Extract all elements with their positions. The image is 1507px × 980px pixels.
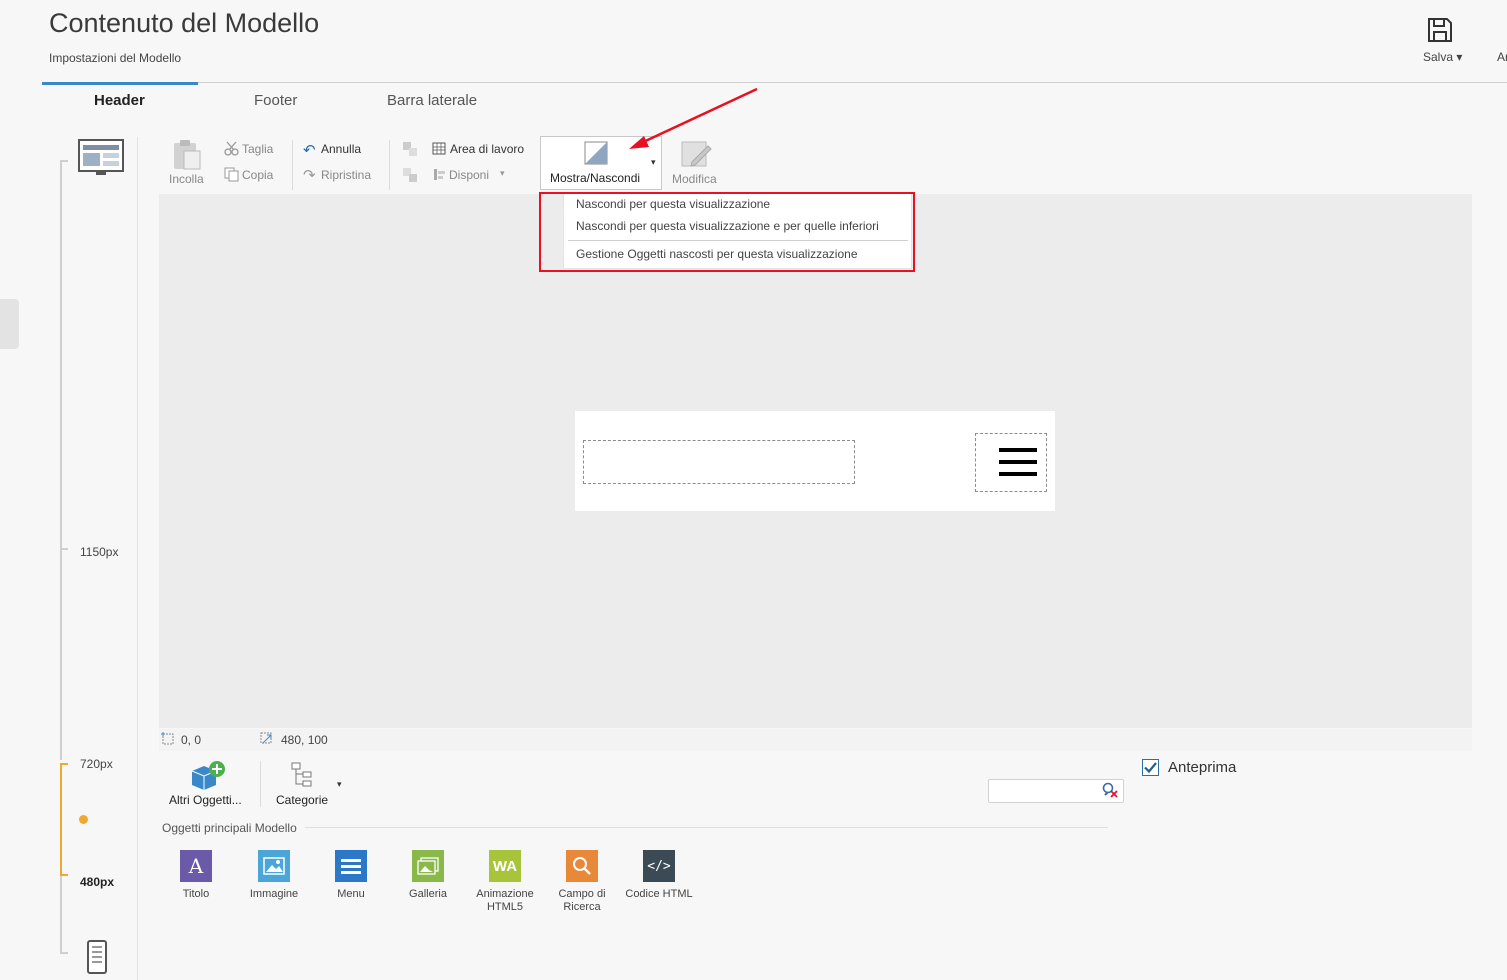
html5-animation-icon: WA [489, 850, 521, 882]
object-image[interactable]: Immagine [236, 850, 312, 901]
edit-button[interactable]: Modifica [672, 172, 717, 186]
toolbar-separator [389, 140, 390, 190]
toolbar-separator [292, 140, 293, 190]
ruler-tick [60, 952, 68, 954]
ruler-tick [60, 548, 68, 550]
object-label: Codice HTML [625, 888, 693, 900]
ruler-line-lower [60, 876, 62, 954]
object-label: Galleria [409, 888, 447, 900]
preview-menu-object[interactable] [975, 433, 1047, 492]
preview-text-object[interactable] [583, 440, 855, 484]
show-hide-icon [584, 141, 608, 170]
object-gallery[interactable]: Galleria [390, 850, 466, 901]
undo-icon: ↶ [303, 142, 316, 159]
workarea-button[interactable]: Area di lavoro [450, 142, 524, 156]
arrange-dropdown-icon[interactable]: ▾ [500, 168, 505, 179]
side-panel-handle[interactable] [0, 299, 19, 349]
settings-tab-underline [42, 82, 198, 85]
truncated-button[interactable]: Ar [1497, 50, 1507, 64]
send-back-icon[interactable] [402, 167, 418, 188]
preview-label[interactable]: Anteprima [1168, 759, 1236, 776]
annotation-arrow [625, 86, 761, 157]
tab-footer[interactable]: Footer [254, 92, 297, 109]
paste-icon[interactable] [172, 139, 202, 176]
save-icon[interactable] [1426, 16, 1454, 44]
redo-button[interactable]: Ripristina [321, 168, 371, 182]
section-title: Oggetti principali Modello [162, 821, 297, 835]
image-icon [258, 850, 290, 882]
toolbar-separator [260, 761, 261, 807]
object-html-code[interactable]: </> Codice HTML [621, 850, 697, 901]
copy-icon [224, 167, 239, 187]
arrange-button[interactable]: Disponi [449, 168, 489, 182]
object-html5-animation[interactable]: WA Animazione HTML5 [467, 850, 543, 914]
html-code-icon: </> [643, 850, 675, 882]
breakpoint-720[interactable]: 720px [80, 757, 113, 771]
position-icon [161, 732, 175, 751]
categories-icon [291, 762, 315, 793]
mobile-view-icon[interactable] [87, 940, 107, 979]
menu-icon [335, 850, 367, 882]
categories-dropdown-icon[interactable]: ▾ [337, 779, 342, 790]
section-divider [305, 827, 1108, 828]
breakpoint-1150[interactable]: 1150px [80, 545, 118, 559]
show-hide-label[interactable]: Mostra/Nascondi [550, 171, 640, 185]
save-button[interactable]: Salva ▾ [1423, 50, 1462, 64]
desktop-view-icon[interactable] [78, 139, 124, 182]
title-icon: A [180, 850, 212, 882]
header-divider [198, 82, 1507, 83]
bring-front-icon[interactable] [402, 141, 418, 162]
cut-button[interactable]: Taglia [242, 142, 273, 156]
object-search-field[interactable]: Campo di Ricerca [544, 850, 620, 914]
object-label: Animazione HTML5 [476, 888, 534, 913]
object-label: Menu [337, 888, 365, 900]
gallery-icon [412, 850, 444, 882]
paste-button[interactable]: Incolla [169, 172, 204, 186]
preview-checkbox[interactable] [1142, 759, 1159, 776]
ruler-line-upper [60, 160, 62, 760]
other-objects-button[interactable]: Altri Oggetti... [169, 793, 242, 807]
show-hide-dropdown-icon[interactable]: ▾ [651, 157, 656, 168]
current-breakpoint-marker[interactable] [79, 815, 88, 824]
size-icon [260, 732, 274, 751]
object-title[interactable]: A Titolo [158, 850, 234, 901]
settings-tab[interactable]: Impostazioni del Modello [49, 51, 181, 65]
size-readout: 480, 100 [281, 733, 328, 747]
object-menu[interactable]: Menu [313, 850, 389, 901]
active-range-indicator [60, 763, 62, 876]
scissors-icon [224, 141, 239, 161]
tab-sidebar[interactable]: Barra laterale [387, 92, 477, 109]
workarea-icon [432, 142, 446, 160]
page-title: Contenuto del Modello [49, 8, 320, 38]
search-field-icon [566, 850, 598, 882]
redo-icon: ↷ [303, 167, 316, 184]
tab-header[interactable]: Header [94, 92, 145, 109]
highlight-box [539, 192, 915, 272]
hamburger-icon [999, 448, 1037, 476]
status-bar [159, 729, 1472, 751]
object-label: Campo di Ricerca [558, 888, 606, 913]
copy-button[interactable]: Copia [242, 168, 273, 182]
checkmark-icon [1144, 762, 1157, 774]
undo-button[interactable]: Annulla [321, 142, 361, 156]
ruler-tick [60, 763, 68, 765]
categories-button[interactable]: Categorie [276, 793, 328, 807]
breakpoint-480[interactable]: 480px [80, 875, 114, 889]
search-clear-icon[interactable] [1101, 782, 1119, 804]
object-label: Immagine [249, 888, 299, 900]
position-readout: 0, 0 [181, 733, 202, 747]
arrange-icon [432, 168, 446, 186]
ruler-tick [60, 160, 68, 162]
object-label: Titolo [182, 888, 210, 900]
ruler-separator [137, 137, 138, 980]
